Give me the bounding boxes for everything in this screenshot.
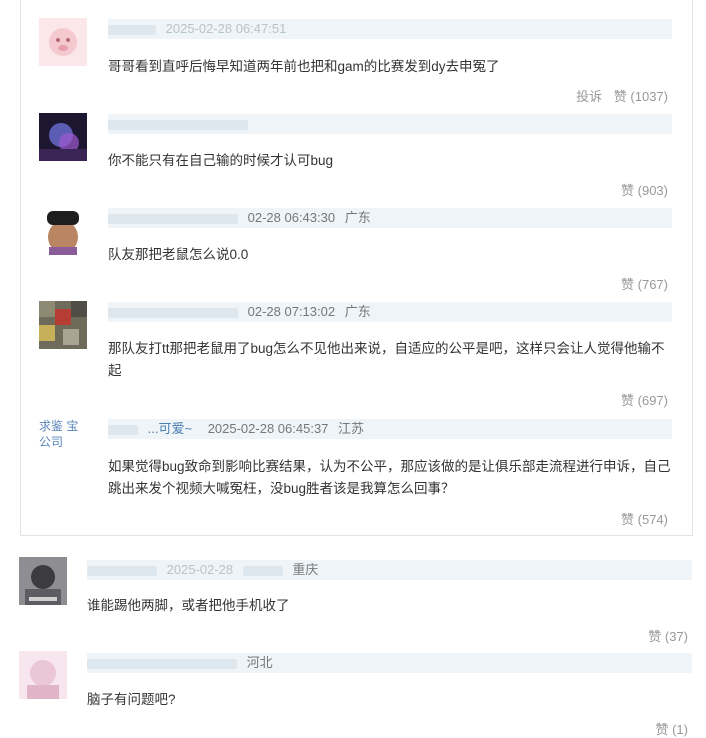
comment-meta: 02-28 07:13:02 广东	[108, 302, 672, 322]
comment-actions: 赞 (37)	[648, 626, 688, 645]
comment-date: 2025-02-28 06:47:51	[165, 21, 287, 36]
comment-text: 谁能踢他两脚，或者把他手机收了	[87, 598, 290, 613]
avatar[interactable]: 求鉴 宝公司	[39, 418, 87, 466]
like-button[interactable]: 赞 (697)	[621, 393, 668, 408]
comment-text: 你不能只有在自己输的时候才认可bug	[108, 153, 334, 168]
comment-actions: 赞 (1)	[655, 719, 688, 738]
avatar[interactable]	[39, 301, 87, 349]
comment-actions: 赞 (697)	[621, 390, 668, 409]
avatar-portrait-image	[19, 557, 67, 605]
comment-meta: 02-28 06:43:30 广东	[108, 208, 672, 228]
broken-image-alt-text: 求鉴 宝公司	[39, 419, 79, 449]
comment-location: 江苏	[338, 421, 365, 436]
comment-location: 河北	[246, 655, 273, 670]
like-button[interactable]: 赞 (1)	[655, 722, 688, 737]
report-link[interactable]: 投诉	[576, 89, 602, 104]
comment-location: 广东	[344, 304, 371, 319]
comment-actions: 投诉 赞 (1037)	[576, 86, 668, 105]
comment-actions: 赞 (903)	[621, 180, 668, 199]
comment-meta: ...可爱~ 2025-02-28 06:45:37 江苏	[108, 419, 672, 439]
avatar-pink-illustration-image	[19, 651, 67, 699]
comment-text: 脑子有问题吧?	[87, 692, 176, 707]
username[interactable]: ...可爱~	[148, 421, 192, 436]
avatar[interactable]	[39, 18, 87, 66]
comment-actions: 赞 (767)	[621, 274, 668, 293]
comment-date: 02-28 07:13:02	[247, 304, 336, 319]
username-blurred[interactable]	[87, 565, 157, 576]
avatar-pixelated-image	[39, 301, 87, 349]
avatar[interactable]	[39, 113, 87, 161]
avatar[interactable]	[19, 651, 67, 699]
username-blurred[interactable]	[108, 213, 238, 224]
username-blurred	[108, 424, 138, 435]
comment-date: 02-28 06:43:30	[247, 210, 336, 225]
username-blurred[interactable]	[108, 307, 238, 318]
comment-meta	[108, 114, 672, 134]
comment-meta: 河北	[87, 653, 692, 673]
comment-text: 队友那把老鼠怎么说0.0	[108, 247, 249, 262]
comment-meta: 2025-02-28 06:47:51	[108, 19, 672, 39]
comment-text: 如果觉得bug致命到影响比赛结果，认为不公平，那应该做的是让俱乐部走流程进行申诉…	[108, 459, 671, 496]
comment-date: 2025-02-28 06:45:37	[207, 421, 329, 436]
comment-location: 广东	[344, 210, 371, 225]
redacted-text	[242, 565, 283, 576]
like-button[interactable]: 赞 (903)	[621, 183, 668, 198]
like-button[interactable]: 赞 (574)	[621, 512, 668, 527]
comment-location: 重庆	[292, 562, 319, 577]
comment-text: 那队友打tt那把老鼠用了bug怎么不见他出来说，自适应的公平是吧，这样只会让人觉…	[108, 341, 665, 378]
like-button[interactable]: 赞 (1037)	[614, 89, 668, 104]
avatar[interactable]	[19, 557, 67, 605]
comment-text: 哥哥看到直呼后悔早知道两年前也把和gam的比赛发到dy去申冤了	[108, 59, 500, 74]
avatar-dark-purple-image	[39, 113, 87, 161]
avatar[interactable]	[39, 207, 87, 255]
comment-actions: 赞 (574)	[621, 509, 668, 528]
comment-date: 2025-02-28	[166, 562, 234, 577]
avatar-cartoon-face-image	[39, 207, 87, 255]
avatar-pink-cartoon-image	[39, 18, 87, 66]
like-button[interactable]: 赞 (37)	[648, 629, 688, 644]
like-button[interactable]: 赞 (767)	[621, 277, 668, 292]
username-blurred[interactable]	[108, 24, 156, 35]
username-blurred[interactable]	[108, 119, 248, 130]
username-blurred[interactable]	[87, 658, 237, 669]
comment-meta: 2025-02-28 重庆	[87, 560, 692, 580]
